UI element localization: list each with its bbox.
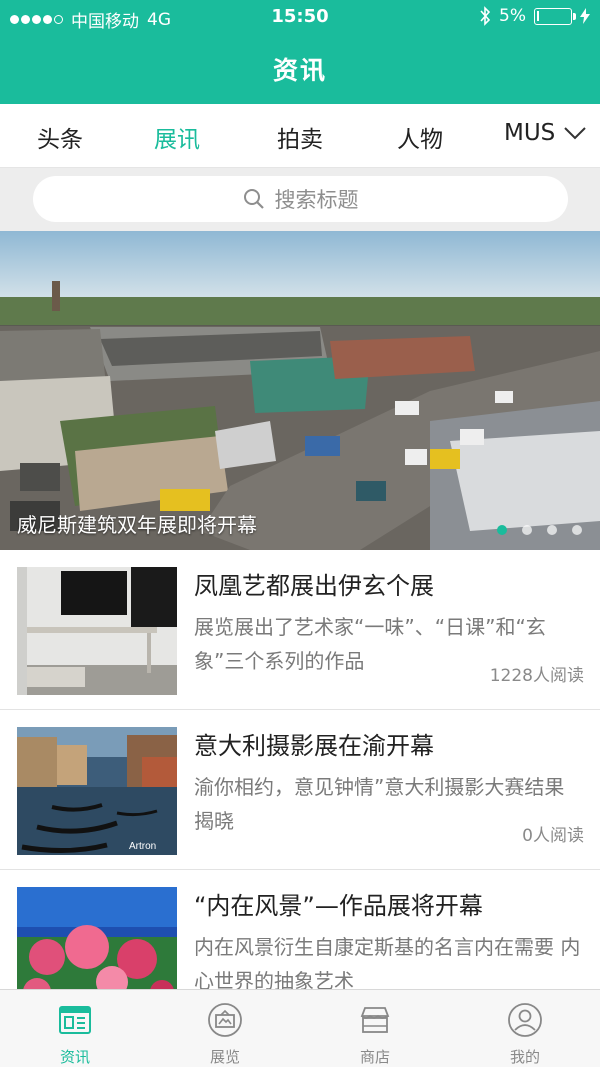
- bottom-tab-bar: 资讯 展览 商店 我的: [0, 989, 600, 1067]
- tabbar-item-shop[interactable]: 商店: [300, 990, 450, 1067]
- chevron-down-icon[interactable]: [562, 120, 588, 146]
- nav-bar: 资讯: [0, 34, 600, 104]
- tab-museum[interactable]: MUS: [504, 120, 555, 146]
- status-bar: 中国移动 4G 15:50 5%: [0, 0, 600, 34]
- article-item[interactable]: “内在风景”—作品展将开幕 内在风景衍生自康定斯基的名言内在需要 内心世界的抽象…: [0, 870, 600, 989]
- banner-image: [0, 231, 600, 550]
- read-count: 0人阅读: [522, 826, 584, 846]
- article-thumbnail: [17, 567, 177, 695]
- article-thumbnail: [17, 887, 177, 989]
- page-title: 资讯: [272, 56, 327, 85]
- tabbar-item-exhibition[interactable]: 展览: [150, 990, 300, 1067]
- article-description: 内在风景衍生自康定斯基的名言内在需要 内心世界的抽象艺术: [194, 935, 581, 989]
- article-item[interactable]: 凤凰艺都展出伊玄个展 展览展出了艺术家“一味”、“日课”和“玄象”三个系列的作品…: [0, 550, 600, 710]
- shop-icon: [360, 1007, 390, 1033]
- tabbar-item-profile[interactable]: 我的: [450, 990, 600, 1067]
- status-right: 5%: [479, 6, 590, 26]
- search-placeholder: 搜索标题: [274, 188, 359, 212]
- profile-icon: [508, 1003, 542, 1037]
- tab-auction[interactable]: 拍卖: [277, 120, 323, 154]
- tabbar-label: 商店: [359, 1048, 390, 1066]
- tabbar-label: 我的: [509, 1048, 540, 1066]
- tabbar-item-news[interactable]: 资讯: [0, 990, 150, 1067]
- article-title: 意大利摄影展在渝开幕: [194, 732, 434, 760]
- article-title: “内在风景”—作品展将开幕: [194, 892, 483, 920]
- article-item[interactable]: Artron 意大利摄影展在渝开幕 渝你相约，意见钟情”意大利摄影大赛结果揭晓 …: [0, 710, 600, 870]
- tabbar-label: 展览: [209, 1048, 240, 1066]
- banner-caption: 威尼斯建筑双年展即将开幕: [17, 513, 257, 537]
- battery-icon: [534, 7, 576, 25]
- charging-icon: [580, 8, 590, 24]
- article-title: 凤凰艺都展出伊玄个展: [194, 572, 434, 600]
- search-bar: 搜索标题: [0, 168, 600, 231]
- news-icon: [59, 1006, 91, 1034]
- search-icon: [243, 189, 264, 209]
- read-count: 1228人阅读: [489, 666, 584, 686]
- pager-dot[interactable]: [572, 525, 582, 535]
- bluetooth-icon: [480, 6, 491, 26]
- battery-percent: 5%: [499, 6, 526, 26]
- exhibition-icon: [208, 1003, 242, 1037]
- image-watermark: Artron: [129, 841, 156, 852]
- tabbar-label: 资讯: [59, 1048, 90, 1066]
- tab-exhibition-news[interactable]: 展讯: [154, 120, 200, 154]
- pager-dot[interactable]: [522, 525, 532, 535]
- tab-headlines[interactable]: 头条: [37, 120, 83, 154]
- tab-people[interactable]: 人物: [397, 120, 443, 154]
- banner-carousel[interactable]: 威尼斯建筑双年展即将开幕: [0, 231, 600, 550]
- carousel-pager: [497, 525, 582, 535]
- pager-dot[interactable]: [497, 525, 507, 535]
- category-tabs: 头条 展讯 拍卖 人物 MUS: [0, 104, 600, 168]
- article-thumbnail: Artron: [17, 727, 177, 855]
- pager-dot[interactable]: [547, 525, 557, 535]
- search-input[interactable]: 搜索标题: [33, 176, 568, 222]
